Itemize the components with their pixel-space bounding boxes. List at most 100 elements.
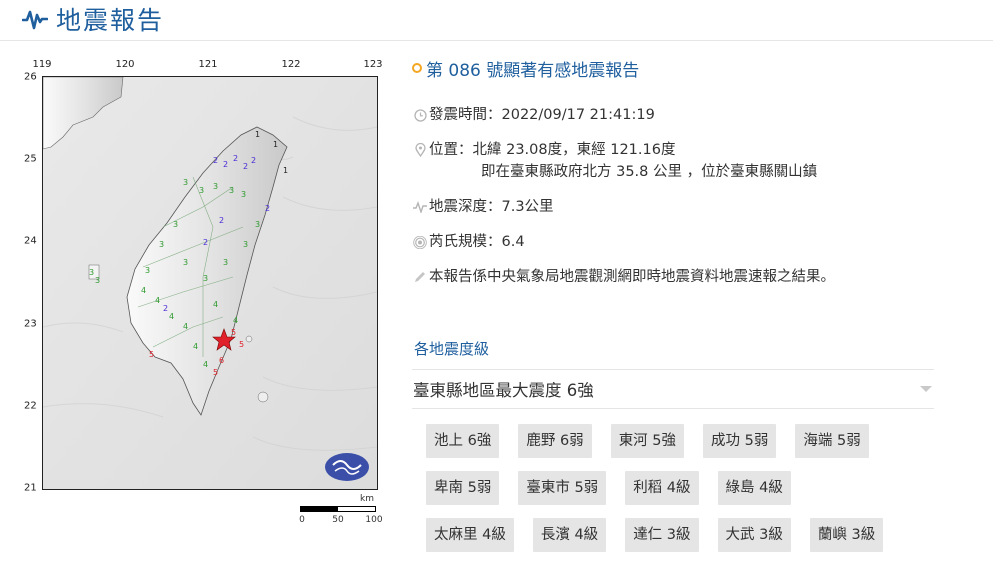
report-magnitude: 芮氏規模：6.4 (429, 234, 525, 250)
svg-text:2: 2 (251, 156, 256, 165)
svg-text:3: 3 (223, 258, 228, 267)
intensity-chip: 長濱 4級 (532, 518, 607, 552)
wave-icon (412, 196, 428, 218)
svg-text:2: 2 (223, 160, 228, 169)
intensity-chip: 東河 5強 (610, 424, 685, 458)
svg-text:3: 3 (159, 240, 164, 249)
map-canvas: 2 22 222 222 33 3 3 33 333 333 344 444 444 … (43, 77, 377, 489)
svg-text:2: 2 (233, 154, 238, 163)
page-title: 地震報告 (56, 6, 165, 35)
intensity-row: 太麻里 4級 長濱 4級 達仁 3級 大武 3級 蘭嶼 3級 (426, 518, 906, 552)
magnitude-icon (412, 231, 428, 253)
map-scale: km 0 50 100 (299, 494, 382, 525)
svg-text:2: 2 (265, 204, 270, 213)
intensity-row: 卑南 5弱 臺東市 5弱 利稻 4級 綠島 4級 (426, 471, 906, 505)
svg-text:3: 3 (199, 186, 204, 195)
svg-text:3: 3 (213, 182, 218, 191)
svg-text:3: 3 (95, 276, 100, 285)
intensity-row: 池上 6強 鹿野 6弱 東河 5強 成功 5弱 海端 5弱 (426, 424, 906, 458)
svg-text:5: 5 (213, 368, 218, 377)
svg-text:3: 3 (243, 240, 248, 249)
lat-tick: 24 (24, 235, 37, 247)
svg-text:2: 2 (163, 304, 168, 313)
intensity-chip: 池上 6強 (426, 424, 500, 458)
report-location: 位置：北緯 23.08度，東經 121.16度 (429, 142, 676, 158)
scale-bar (300, 506, 376, 512)
svg-text:2: 2 (219, 216, 224, 225)
intensity-chip: 太麻里 4級 (426, 518, 514, 552)
lon-tick: 122 (281, 59, 301, 70)
report-note-row: 本報告係中央氣象局地震觀測網即時地震資料地震速報之結果。 (412, 266, 942, 288)
svg-text:3: 3 (183, 178, 188, 187)
svg-text:3: 3 (203, 274, 208, 283)
scale-unit: km (360, 494, 374, 504)
svg-text:3: 3 (183, 258, 188, 267)
svg-text:4: 4 (193, 342, 198, 351)
lanyu-island (257, 391, 269, 403)
report-title: 第 086 號顯著有感地震報告 (426, 60, 640, 81)
svg-text:4: 4 (169, 312, 174, 321)
svg-text:5: 5 (149, 350, 154, 359)
report-location-detail: 即在臺東縣政府北方 35.8 公里 ，位於臺東縣關山鎮 (481, 164, 818, 180)
report-details: 發震時間：2022/09/17 21:41:19 位置：北緯 23.08度，東經… (412, 104, 942, 288)
svg-text:3: 3 (145, 266, 150, 275)
intensity-chip: 蘭嶼 3級 (809, 518, 884, 552)
intensity-chip: 臺東市 5弱 (518, 471, 607, 505)
report-depth-row: 地震深度：7.3公里 (412, 196, 942, 218)
intensity-chip: 成功 5弱 (703, 424, 777, 458)
report-time-row: 發震時間：2022/09/17 21:41:19 (412, 104, 942, 126)
svg-text:4: 4 (233, 316, 238, 325)
svg-text:4: 4 (155, 296, 160, 305)
lat-tick: 25 (24, 153, 37, 165)
lon-tick: 120 (115, 59, 135, 70)
svg-text:6: 6 (219, 356, 224, 365)
bullet-icon (412, 63, 422, 73)
header-divider (0, 40, 993, 41)
svg-text:3: 3 (229, 186, 234, 195)
intensity-chip: 達仁 3級 (625, 518, 699, 552)
pin-icon (412, 139, 428, 161)
cwb-logo-icon (325, 453, 369, 481)
svg-text:1: 1 (283, 166, 288, 175)
svg-text:3: 3 (173, 220, 178, 229)
scale-tick: 50 (332, 515, 344, 525)
report-depth: 地震深度：7.3公里 (429, 199, 554, 215)
page-header: 地震報告 (22, 2, 164, 36)
report-time: 發震時間：2022/09/17 21:41:19 (429, 107, 655, 123)
lon-tick: 121 (198, 59, 218, 70)
svg-text:1: 1 (273, 140, 278, 149)
report-title-row: 第 086 號顯著有感地震報告 (412, 52, 942, 84)
map-frame: 222 222 222 333 333 333 333 344 444 444 … (42, 76, 378, 490)
svg-text:3: 3 (255, 220, 260, 229)
lat-tick: 23 (24, 318, 37, 330)
intensity-section-title: 各地震度級 (414, 340, 490, 358)
svg-text:4: 4 (213, 300, 218, 309)
intensity-chip: 綠島 4級 (717, 471, 791, 505)
svg-text:4: 4 (141, 286, 146, 295)
lat-tick: 22 (24, 400, 37, 412)
scale-tick: 0 (299, 515, 305, 525)
intensity-chip: 海端 5弱 (795, 424, 869, 458)
chevron-down-icon[interactable] (920, 386, 932, 392)
green-island (245, 335, 253, 343)
intensity-chip: 鹿野 6弱 (518, 424, 592, 458)
lon-tick: 119 (32, 59, 52, 70)
intensity-list: 池上 6強 鹿野 6弱 東河 5強 成功 5弱 海端 5弱 卑南 5弱 臺東市 … (426, 424, 906, 565)
scale-tick: 100 (365, 515, 383, 525)
svg-text:2: 2 (203, 238, 208, 247)
report-magnitude-row: 芮氏規模：6.4 (412, 231, 942, 253)
seismograph-icon (22, 10, 48, 30)
report-note: 本報告係中央氣象局地震觀測網即時地震資料地震速報之結果。 (429, 269, 835, 285)
intensity-chip: 利稻 4級 (625, 471, 699, 505)
clock-icon (412, 104, 428, 126)
svg-text:5: 5 (231, 328, 236, 337)
svg-text:5: 5 (239, 340, 244, 349)
pencil-icon (412, 266, 428, 288)
max-intensity-dropdown[interactable]: 臺東縣地區最大震度 6強 (412, 369, 934, 409)
svg-text:3: 3 (241, 190, 246, 199)
svg-text:4: 4 (183, 322, 188, 331)
svg-text:3: 3 (89, 268, 94, 277)
lat-tick: 26 (24, 71, 37, 83)
report-panel: 第 086 號顯著有感地震報告 發震時間：2022/09/17 21:41:19… (412, 52, 942, 301)
intensity-chip: 大武 3級 (717, 518, 791, 552)
